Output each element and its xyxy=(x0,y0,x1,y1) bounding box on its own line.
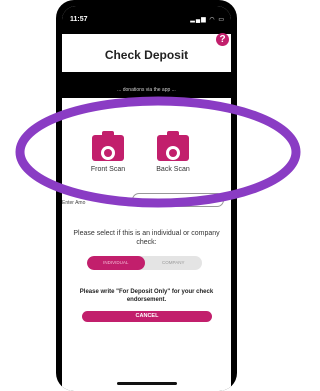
cancel-button[interactable]: CANCEL xyxy=(82,311,212,322)
help-icon[interactable]: ? xyxy=(216,33,229,46)
camera-icon xyxy=(157,130,189,162)
signal-wifi-battery-icons: ▂▄▆ ◠ ▭ xyxy=(190,17,225,23)
check-type-toggle: INDIVIDUAL COMPANY xyxy=(87,256,202,270)
company-option[interactable]: COMPANY xyxy=(145,256,203,270)
back-scan-label: Back Scan xyxy=(156,166,190,173)
status-bar: 11:57 ▂▄▆ ◠ ▭ xyxy=(62,6,231,34)
front-scan-label: Front Scan xyxy=(90,166,126,173)
amount-input[interactable] xyxy=(132,193,224,207)
camera-icon xyxy=(92,130,124,162)
instruction-text: ... donations via the app ... xyxy=(117,87,176,93)
page-title: Check Deposit xyxy=(104,48,189,62)
status-time: 11:57 xyxy=(70,16,88,23)
individual-option[interactable]: INDIVIDUAL xyxy=(87,256,145,270)
front-scan-button[interactable]: Front Scan xyxy=(88,130,128,173)
amount-label: Enter Amo xyxy=(62,200,86,206)
phone-frame: 11:57 ▂▄▆ ◠ ▭ ? Check Deposit ... donati… xyxy=(56,0,237,391)
instruction-banner xyxy=(62,72,231,98)
app-screen: 11:57 ▂▄▆ ◠ ▭ ? Check Deposit ... donati… xyxy=(62,6,231,391)
check-type-question: Please select if this is an individual o… xyxy=(73,230,220,246)
back-scan-button[interactable]: Back Scan xyxy=(153,130,193,173)
home-indicator xyxy=(117,382,177,385)
endorsement-note: Please write "For Deposit Only" for your… xyxy=(79,289,214,303)
